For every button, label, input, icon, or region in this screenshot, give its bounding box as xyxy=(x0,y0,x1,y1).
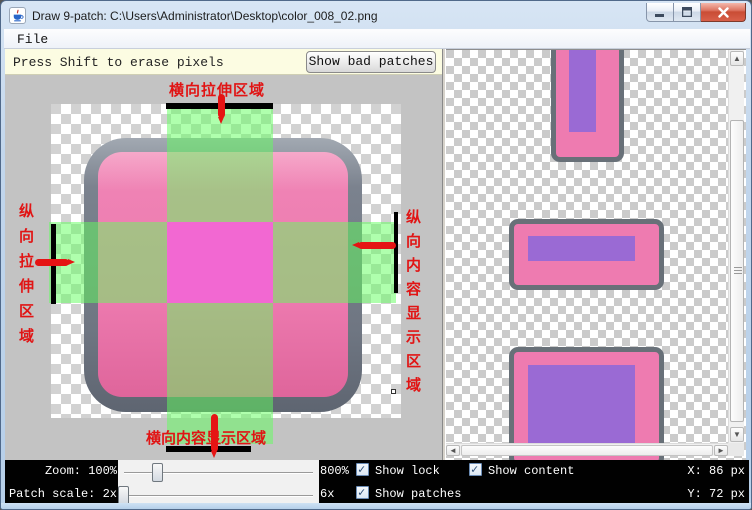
patch-scale-label: Patch scale: xyxy=(9,487,95,501)
scroll-left-icon[interactable]: ◄ xyxy=(446,445,460,456)
scroll-down-icon[interactable]: ▼ xyxy=(730,427,744,442)
show-content-checkbox[interactable] xyxy=(469,463,482,476)
show-content-label: Show content xyxy=(488,464,574,478)
annotation-arrow-down-icon xyxy=(211,414,218,452)
close-button[interactable] xyxy=(701,3,746,22)
preview-vertical-stretch xyxy=(551,49,624,162)
minimize-button[interactable] xyxy=(646,3,674,22)
window-bottom-edge xyxy=(1,503,752,510)
show-bad-patches-button[interactable]: Show bad patches xyxy=(306,51,436,73)
horizontal-scroll-thumb[interactable] xyxy=(461,445,713,456)
zoom-readout: Zoom: 100% xyxy=(5,464,117,478)
vertical-scroll-thumb[interactable] xyxy=(730,120,744,422)
patch-scale-value: 2x xyxy=(103,487,117,501)
patch-marker-right[interactable] xyxy=(394,212,398,293)
scroll-right-icon[interactable]: ► xyxy=(714,445,728,456)
toolbar: Press Shift to erase pixels Show bad pat… xyxy=(5,49,442,75)
title-bar[interactable]: Draw 9-patch: C:\Users\Administrator\Des… xyxy=(4,3,750,29)
annotation-arrow-down-icon xyxy=(218,94,225,118)
scroll-grip-icon xyxy=(734,267,742,276)
slider-panel xyxy=(118,460,319,503)
preview-content-region xyxy=(528,365,635,450)
preview-horizontal-scrollbar[interactable]: ◄ ► xyxy=(446,443,728,456)
nine-patch-editor-canvas[interactable]: 横向拉伸区域 纵向拉伸区域 纵向内容显示区域 横向内容显示区域 xyxy=(5,75,442,461)
maximize-button[interactable] xyxy=(674,3,701,22)
preview-content-region xyxy=(528,236,635,261)
java-app-icon xyxy=(9,7,26,24)
annotation-horizontal-stretch: 横向拉伸区域 xyxy=(169,79,265,100)
erase-hint-text: Press Shift to erase pixels xyxy=(13,55,224,70)
window-title: Draw 9-patch: C:\Users\Administrator\Des… xyxy=(32,9,378,23)
zoom-label: Zoom: xyxy=(45,464,81,478)
menu-bar: File xyxy=(4,29,750,49)
annotation-arrow-left-icon xyxy=(358,242,396,249)
zoom-max-label: 800% xyxy=(320,464,349,478)
cursor-x-readout: X: 86 px xyxy=(669,464,745,478)
annotation-vertical-stretch: 纵向拉伸区域 xyxy=(15,203,36,353)
show-patches-checkbox[interactable] xyxy=(356,486,369,499)
preview-panel: ▲ ▼ ◄ ► xyxy=(446,49,746,461)
zoom-slider-thumb[interactable] xyxy=(152,463,163,482)
show-patches-label: Show patches xyxy=(375,487,461,501)
patch-scale-slider-track[interactable] xyxy=(124,495,313,497)
status-bar: Zoom: 100% Patch scale: 2x 800% 6x Show … xyxy=(5,460,749,503)
preview-content-region xyxy=(569,49,596,132)
patch-scale-readout: Patch scale: 2x xyxy=(5,487,117,501)
marker-drag-handle[interactable] xyxy=(391,389,396,394)
annotation-horizontal-content: 横向内容显示区域 xyxy=(146,427,266,448)
show-lock-label: Show lock xyxy=(375,464,440,478)
preview-vertical-scrollbar[interactable]: ▲ ▼ xyxy=(728,50,744,443)
annotation-vertical-content: 纵向内容显示区域 xyxy=(402,209,423,401)
show-lock-checkbox[interactable] xyxy=(356,463,369,476)
preview-horizontal-stretch xyxy=(509,219,664,290)
content-area-overlay xyxy=(167,222,273,303)
scroll-up-icon[interactable]: ▲ xyxy=(730,51,744,66)
zoom-value: 100% xyxy=(88,464,117,478)
annotation-arrow-right-icon xyxy=(35,259,69,266)
menu-file[interactable]: File xyxy=(13,31,52,48)
patch-scale-max-label: 6x xyxy=(320,487,334,501)
cursor-y-readout: Y: 72 px xyxy=(669,487,745,501)
scrollbar-corner xyxy=(728,443,744,456)
draw9patch-window: Draw 9-patch: C:\Users\Administrator\Des… xyxy=(0,0,752,510)
